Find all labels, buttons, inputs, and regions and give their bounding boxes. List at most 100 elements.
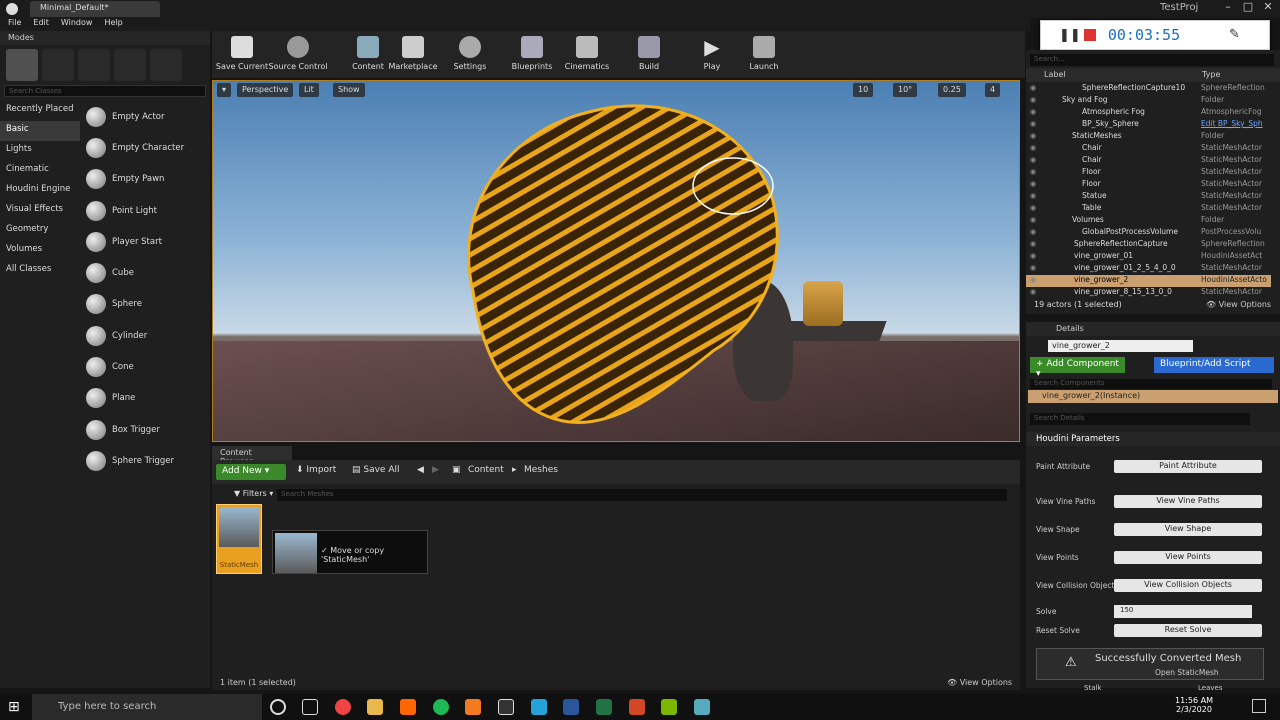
outliner-row[interactable]: ◉ GlobalPostProcessVolume PostProcessVolu bbox=[1026, 227, 1271, 239]
taskbar-search-input[interactable]: Type here to search bbox=[32, 694, 262, 720]
outliner-row[interactable]: ◉ Statue StaticMeshActor bbox=[1026, 191, 1271, 203]
app-icon[interactable] bbox=[661, 699, 677, 715]
static-mesh-asset[interactable]: StaticMesh bbox=[216, 504, 262, 574]
eye-icon[interactable]: ◉ bbox=[1026, 155, 1040, 167]
launch-button[interactable]: Launch bbox=[734, 33, 794, 77]
eye-icon[interactable]: ◉ bbox=[1026, 191, 1040, 203]
details-search-input[interactable]: Search Details bbox=[1030, 413, 1250, 425]
blueprints-button[interactable]: Blueprints bbox=[502, 33, 562, 77]
eye-icon[interactable]: ◉ bbox=[1026, 287, 1040, 299]
unreal-engine-icon[interactable] bbox=[498, 699, 514, 715]
pause-icon[interactable]: ❚❚ bbox=[1059, 28, 1081, 43]
place-item[interactable]: Point Light bbox=[82, 195, 206, 226]
open-static-mesh-link[interactable]: Open StaticMesh bbox=[1155, 668, 1219, 677]
grid-snap-button[interactable]: 10 bbox=[853, 83, 874, 97]
category-visual-effects[interactable]: Visual Effects bbox=[0, 201, 80, 221]
eye-icon[interactable]: ◉ bbox=[1026, 263, 1040, 275]
place-item[interactable]: Cube bbox=[82, 257, 206, 288]
marketplace-button[interactable]: Marketplace bbox=[383, 33, 443, 77]
eye-icon[interactable]: ◉ bbox=[1026, 275, 1040, 287]
settings-button[interactable]: Settings bbox=[440, 33, 500, 77]
category-basic[interactable]: Basic bbox=[0, 121, 80, 141]
paint-mode-icon[interactable] bbox=[42, 49, 74, 81]
place-item[interactable]: Empty Actor bbox=[82, 101, 206, 132]
eye-icon[interactable]: ◉ bbox=[1026, 215, 1040, 227]
forward-arrow-icon[interactable]: ▶ bbox=[432, 465, 439, 475]
viewport-options-button[interactable]: ▾ bbox=[217, 83, 232, 97]
place-item[interactable]: Sphere Trigger bbox=[82, 445, 206, 476]
cinematics-button[interactable]: Cinematics bbox=[557, 33, 617, 77]
vine-grower-mesh[interactable] bbox=[413, 91, 793, 441]
foliage-mode-icon[interactable] bbox=[114, 49, 146, 81]
stop-icon[interactable] bbox=[1084, 29, 1096, 41]
save-current-button[interactable]: Save Current bbox=[212, 33, 272, 77]
menu-window[interactable]: Window bbox=[61, 18, 93, 31]
excel-icon[interactable] bbox=[596, 699, 612, 715]
landscape-mode-icon[interactable] bbox=[78, 49, 110, 81]
details-tab[interactable]: Details bbox=[1026, 322, 1280, 336]
outliner-row[interactable]: ◉ Floor StaticMeshActor bbox=[1026, 179, 1271, 191]
level-tab[interactable]: Minimal_Default* bbox=[30, 1, 160, 17]
outliner-row[interactable]: ◉ Chair StaticMeshActor bbox=[1026, 155, 1271, 167]
app-icon[interactable] bbox=[694, 699, 710, 715]
task-view-icon[interactable] bbox=[302, 699, 318, 715]
leaves-tab[interactable]: Leaves bbox=[1198, 684, 1222, 692]
folder-icon[interactable]: ▣ bbox=[452, 465, 461, 475]
geometry-mode-icon[interactable] bbox=[150, 49, 182, 81]
outliner-row-selected[interactable]: ◉ vine_grower_2 HoudiniAssetActo bbox=[1026, 275, 1271, 287]
eye-icon[interactable]: ◉ bbox=[1026, 83, 1040, 95]
outliner-row[interactable]: ◉ BP_Sky_Sphere Edit BP_Sky_Sph bbox=[1026, 119, 1271, 131]
instance-row[interactable]: vine_grower_2(Instance) bbox=[1028, 390, 1278, 403]
place-item[interactable]: Box Trigger bbox=[82, 414, 206, 445]
view-vine-paths-button[interactable]: View Vine Paths bbox=[1114, 495, 1262, 508]
outliner-row[interactable]: ◉ Sky and Fog Folder bbox=[1026, 95, 1271, 107]
eye-icon[interactable]: ◉ bbox=[1026, 251, 1040, 263]
save-all-button[interactable]: ▤ Save All bbox=[352, 465, 400, 475]
menu-edit[interactable]: Edit bbox=[33, 18, 49, 31]
eye-icon[interactable]: ◉ bbox=[1026, 179, 1040, 191]
view-shape-button[interactable]: View Shape bbox=[1114, 523, 1262, 536]
paint-attribute-button[interactable]: Paint Attribute bbox=[1114, 460, 1262, 473]
eye-icon[interactable]: ◉ bbox=[1026, 95, 1040, 107]
place-item[interactable]: Cylinder bbox=[82, 320, 206, 351]
lit-button[interactable]: Lit bbox=[299, 83, 319, 97]
place-item[interactable]: Empty Character bbox=[82, 132, 206, 163]
view-points-button[interactable]: View Points bbox=[1114, 551, 1262, 564]
solve-slider[interactable]: 150 bbox=[1114, 605, 1252, 618]
modes-tab[interactable]: Modes bbox=[0, 31, 210, 45]
eye-icon[interactable]: ◉ bbox=[1026, 119, 1040, 131]
place-mode-icon[interactable] bbox=[6, 49, 38, 81]
menu-help[interactable]: Help bbox=[104, 18, 122, 31]
category-houdini-engine[interactable]: Houdini Engine bbox=[0, 181, 80, 201]
app-icon[interactable] bbox=[465, 699, 481, 715]
view-collision-objects-button[interactable]: View Collision Objects bbox=[1114, 579, 1262, 592]
actor-name-field[interactable]: vine_grower_2 bbox=[1048, 340, 1193, 352]
class-search-input[interactable]: Search Classes bbox=[4, 85, 206, 97]
component-search-input[interactable]: Search Components bbox=[1030, 379, 1272, 389]
outliner-row[interactable]: ◉ vine_grower_8_15_13_0_0 StaticMeshActor bbox=[1026, 287, 1271, 299]
category-recently-placed[interactable]: Recently Placed bbox=[0, 101, 80, 121]
add-component-button[interactable]: + Add Component ▾ bbox=[1030, 357, 1125, 379]
outliner-row[interactable]: ◉ SphereReflectionCapture SphereReflection bbox=[1026, 239, 1271, 251]
minimize-icon[interactable]: – bbox=[1218, 0, 1238, 16]
breadcrumb-content[interactable]: Content bbox=[468, 465, 504, 475]
place-item[interactable]: Empty Pawn bbox=[82, 164, 206, 195]
houdini-parameters-header[interactable]: Houdini Parameters bbox=[1026, 432, 1280, 446]
outliner-row[interactable]: ◉ vine_grower_01_2_5_4_0_0 StaticMeshActor bbox=[1026, 263, 1271, 275]
asset-search-input[interactable]: Search Meshes bbox=[277, 489, 1007, 501]
build-button[interactable]: Build bbox=[619, 33, 679, 77]
content-browser-tab[interactable]: Content Browser bbox=[212, 446, 292, 466]
outliner-row[interactable]: ◉ SphereReflectionCapture10 SphereReflecti… bbox=[1026, 83, 1271, 95]
maximize-icon[interactable]: □ bbox=[1238, 0, 1258, 16]
menu-file[interactable]: File bbox=[8, 18, 21, 31]
file-explorer-icon[interactable] bbox=[367, 699, 383, 715]
spotify-icon[interactable] bbox=[433, 699, 449, 715]
filters-button[interactable]: ▼ Filters ▾ bbox=[234, 489, 273, 498]
app-icon[interactable] bbox=[531, 699, 547, 715]
category-all-classes[interactable]: All Classes bbox=[0, 261, 80, 281]
import-button[interactable]: ⬇ Import bbox=[296, 465, 336, 475]
category-lights[interactable]: Lights bbox=[0, 141, 80, 161]
label-column-header[interactable]: Label bbox=[1044, 70, 1066, 79]
outliner-row[interactable]: ◉ Volumes Folder bbox=[1026, 215, 1271, 227]
stalk-tab[interactable]: Stalk bbox=[1084, 684, 1101, 692]
